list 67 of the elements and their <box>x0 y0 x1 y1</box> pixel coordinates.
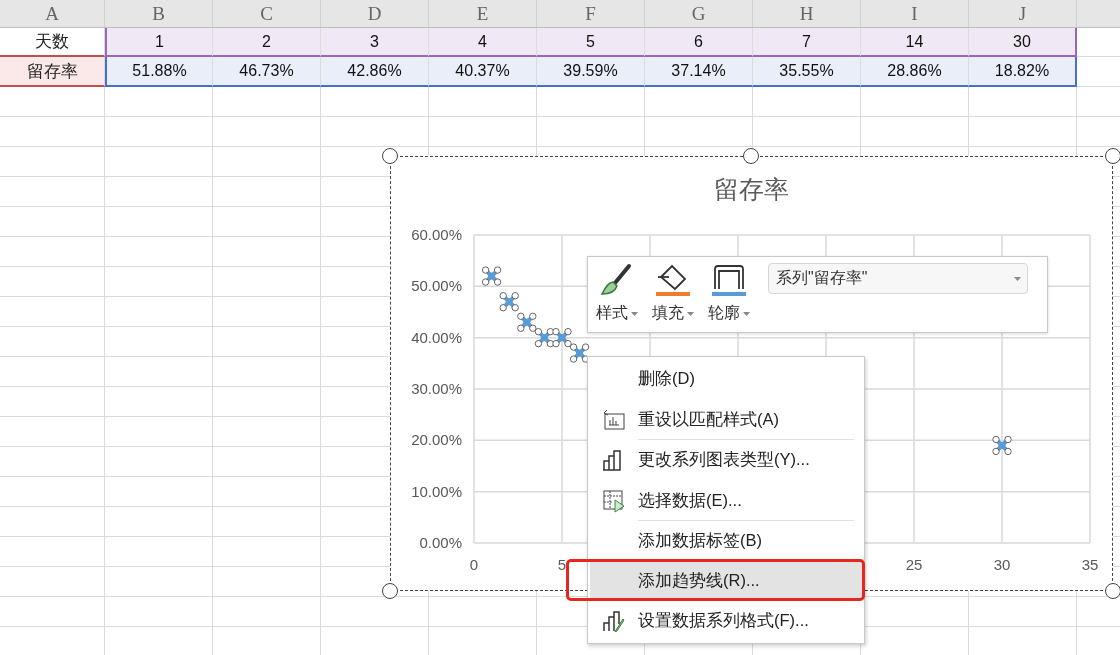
format-button[interactable]: 填充 <box>652 263 694 324</box>
table-cell: 30 <box>969 28 1077 57</box>
x-tick-label: 30 <box>993 556 1011 573</box>
y-tick-label: 20.00% <box>411 431 462 449</box>
format-button[interactable]: 样式 <box>596 263 638 324</box>
column-header[interactable]: C <box>213 0 321 27</box>
x-tick-label: 35 <box>1081 556 1099 573</box>
table-cell: 37.14% <box>645 57 753 87</box>
table-cell: 14 <box>861 28 969 57</box>
menu-item[interactable]: 添加趋势线(R)... <box>590 561 862 601</box>
table-cell: 28.86% <box>861 57 969 87</box>
data-point[interactable] <box>992 435 1012 456</box>
x-tick-label: 0 <box>469 556 479 573</box>
table-cell: 35.55% <box>753 57 861 87</box>
column-header[interactable]: I <box>861 0 969 27</box>
data-point[interactable] <box>569 343 590 363</box>
menu-item[interactable]: 删除(D) <box>590 359 862 399</box>
menu-item[interactable]: 更改系列图表类型(Y)... <box>590 440 862 480</box>
caret-icon <box>743 311 750 316</box>
caret-icon <box>631 311 638 316</box>
y-tick-label: 60.00% <box>411 226 462 243</box>
data-point[interactable] <box>517 312 537 332</box>
menu-item[interactable]: 设置数据系列格式(F)... <box>590 601 862 641</box>
y-tick-label: 40.00% <box>411 328 462 346</box>
series-dropdown[interactable]: 系列"留存率" <box>768 263 1028 294</box>
select-data-icon <box>602 489 626 513</box>
table-cell: 6 <box>645 28 753 57</box>
outline-icon <box>711 263 747 297</box>
column-header[interactable]: G <box>645 0 753 27</box>
data-point[interactable] <box>552 328 572 348</box>
table-cell: 7 <box>753 28 861 57</box>
column-header[interactable]: F <box>537 0 645 27</box>
table-cell: 18.82% <box>969 57 1077 87</box>
data-point[interactable] <box>481 266 502 286</box>
caret-icon <box>687 311 694 316</box>
data-point[interactable] <box>499 292 519 312</box>
column-header[interactable]: J <box>969 0 1077 27</box>
format-button[interactable]: 轮廓 <box>708 263 750 324</box>
table-cell: 3 <box>321 28 429 57</box>
data-point[interactable] <box>534 328 555 348</box>
table-cell: 40.37% <box>429 57 537 87</box>
column-header[interactable]: B <box>105 0 213 27</box>
table-cell: 4 <box>429 28 537 57</box>
table-cell: 5 <box>537 28 645 57</box>
x-tick-label: 5 <box>557 556 567 573</box>
chart-title: 留存率 <box>714 175 789 203</box>
table-cell: 42.86% <box>321 57 429 87</box>
y-tick-label: 30.00% <box>411 380 462 397</box>
table-cell: 51.88% <box>105 57 213 87</box>
table-cell: 46.73% <box>213 57 321 87</box>
fill-bucket-icon <box>655 263 691 297</box>
table-cell: 1 <box>105 28 213 57</box>
row-label-cell: 留存率 <box>0 57 105 87</box>
y-tick-label: 0.00% <box>419 534 462 551</box>
x-tick-label: 25 <box>905 556 923 573</box>
column-header[interactable]: H <box>753 0 861 27</box>
table-cell: 39.59% <box>537 57 645 87</box>
reset-chart-icon <box>602 409 626 431</box>
column-header[interactable]: A <box>0 0 105 27</box>
menu-item[interactable]: 添加数据标签(B) <box>590 521 862 561</box>
table-cell: 2 <box>213 28 321 57</box>
y-tick-label: 10.00% <box>411 482 462 500</box>
y-tick-label: 50.00% <box>411 277 462 295</box>
column-header[interactable]: D <box>321 0 429 27</box>
column-header[interactable]: E <box>429 0 537 27</box>
caret-icon <box>1014 276 1021 281</box>
format-series-icon <box>602 610 626 632</box>
